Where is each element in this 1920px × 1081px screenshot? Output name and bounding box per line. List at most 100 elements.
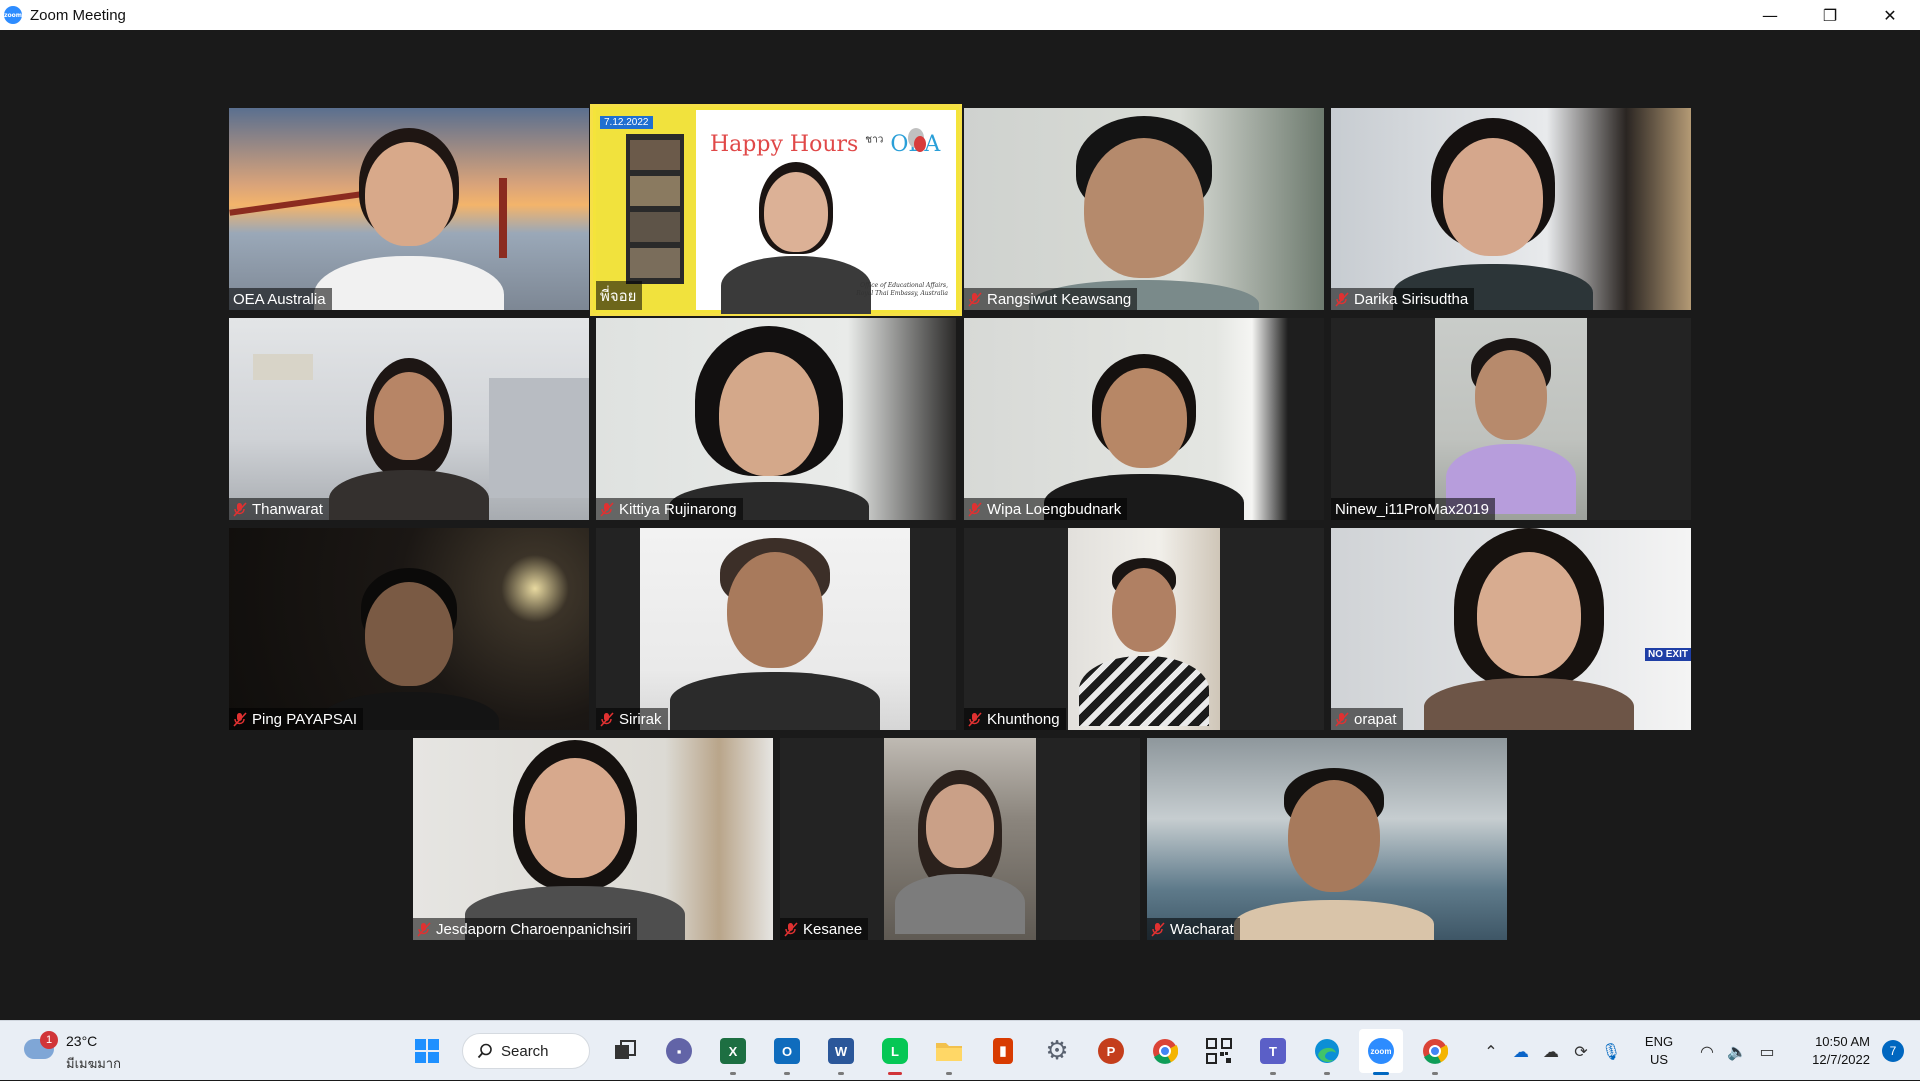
participant-tile[interactable]: NO EXIT orapat	[1331, 528, 1691, 730]
participant-video	[1435, 318, 1587, 520]
notifications-badge[interactable]: 7	[1882, 1040, 1904, 1062]
office-button[interactable]: ▮	[981, 1029, 1025, 1073]
mic-muted-icon	[233, 712, 247, 727]
participant-tile[interactable]: Khunthong	[964, 528, 1324, 730]
taskbar-apps: Search ▪ X O W L ▮ ⚙ P T zoom	[400, 1029, 1462, 1075]
window-titlebar: zoom Zoom Meeting — ❐ ✕	[0, 0, 1920, 30]
participant-tile[interactable]: Darika Sirisudtha	[1331, 108, 1691, 310]
word-button[interactable]: W	[819, 1029, 863, 1075]
participant-name: OEA Australia	[229, 288, 332, 310]
participant-video	[229, 318, 589, 520]
outlook-button[interactable]: O	[765, 1029, 809, 1075]
start-button[interactable]	[405, 1029, 449, 1073]
office-icon: ▮	[993, 1038, 1013, 1064]
teams-icon: T	[1260, 1038, 1286, 1064]
participant-name: Kittiya Rujinarong	[596, 498, 743, 520]
participant-video	[1147, 738, 1507, 940]
chrome-button[interactable]	[1143, 1029, 1187, 1073]
participant-tile[interactable]: Rangsiwut Keawsang	[964, 108, 1324, 310]
mic-muted-icon	[1335, 292, 1349, 307]
participant-tile-active-speaker[interactable]: 7.12.2022 Happy Hours ชาว OEA Office of …	[590, 104, 962, 316]
participant-video	[884, 738, 1036, 940]
window-controls: — ❐ ✕	[1740, 0, 1920, 30]
participant-name: Wipa Loengbudnark	[964, 498, 1128, 520]
line-button[interactable]: L	[873, 1029, 917, 1075]
participant-tile[interactable]: Ping PAYAPSAI	[229, 528, 589, 730]
edge-icon	[1315, 1039, 1339, 1063]
taskbar-search[interactable]: Search	[462, 1033, 590, 1069]
slide-footer-2: Royal Thai Embassy, Australia	[856, 290, 948, 297]
edge-button[interactable]	[1305, 1029, 1349, 1075]
participant-tile[interactable]: Kesanee	[780, 738, 1140, 940]
task-view-button[interactable]	[603, 1029, 647, 1073]
search-icon	[477, 1043, 492, 1059]
word-icon: W	[828, 1038, 854, 1064]
restore-button[interactable]: ❐	[1800, 0, 1860, 30]
excel-button[interactable]: X	[711, 1029, 755, 1075]
qr-app-button[interactable]	[1197, 1029, 1241, 1073]
system-tray: ⌃ ☁ ☁ ⟳ 🎙 ENG US ◠ 🔈 ▭ 10:50 AM 12/7/202…	[1476, 1021, 1920, 1081]
line-icon: L	[882, 1038, 908, 1064]
participant-video	[964, 318, 1324, 520]
weather-condition: มีเมฆมาก	[66, 1056, 121, 1071]
zoom-icon: zoom	[1368, 1038, 1394, 1064]
participant-tile[interactable]: Kittiya Rujinarong	[596, 318, 956, 520]
participant-name: Ping PAYAPSAI	[229, 708, 364, 730]
gear-icon: ⚙	[1045, 1036, 1069, 1066]
mic-muted-icon	[784, 922, 798, 937]
participant-name: Ninew_i11ProMax2019	[1331, 498, 1495, 520]
slide-date: 7.12.2022	[600, 116, 653, 129]
microphone-icon[interactable]: 🎙	[1596, 1036, 1626, 1066]
participant-video: NO EXIT	[1331, 528, 1691, 730]
mic-muted-icon	[233, 502, 247, 517]
participant-video	[596, 318, 956, 520]
volume-icon[interactable]: 🔈	[1722, 1036, 1752, 1066]
outlook-icon: O	[774, 1038, 800, 1064]
slide-title-1: Happy Hours	[710, 132, 859, 157]
wifi-icon[interactable]: ◠	[1692, 1036, 1722, 1066]
task-view-icon	[615, 1040, 636, 1059]
participant-tile[interactable]: Jesdaporn Charoenpanichsiri	[413, 738, 773, 940]
chat-button[interactable]: ▪	[657, 1029, 701, 1073]
mic-muted-icon	[968, 292, 982, 307]
participant-video	[964, 108, 1324, 310]
participant-video	[413, 738, 773, 940]
chrome-icon	[1153, 1039, 1178, 1064]
weather-widget[interactable]: 1 23°C มีเมฆมาก	[24, 1029, 144, 1073]
participant-tile[interactable]: OEA Australia	[229, 108, 589, 310]
minimize-button[interactable]: —	[1740, 0, 1800, 30]
sync-icon[interactable]: ⟳	[1566, 1036, 1596, 1066]
chrome-profile-button[interactable]	[1413, 1029, 1457, 1075]
participant-video	[640, 528, 910, 730]
language-indicator[interactable]: ENG US	[1634, 1033, 1684, 1069]
mic-muted-icon	[968, 502, 982, 517]
clock[interactable]: 10:50 AM 12/7/2022	[1782, 1033, 1870, 1069]
teams-button[interactable]: T	[1251, 1029, 1295, 1075]
powerpoint-button[interactable]: P	[1089, 1029, 1133, 1073]
chevron-up-icon[interactable]: ⌃	[1476, 1036, 1506, 1066]
settings-button[interactable]: ⚙	[1035, 1029, 1079, 1073]
participant-tile[interactable]: Thanwarat	[229, 318, 589, 520]
window-title: Zoom Meeting	[30, 6, 126, 24]
onedrive-icon[interactable]: ☁	[1506, 1036, 1536, 1066]
no-exit-sign: NO EXIT	[1644, 648, 1691, 661]
participant-name: Khunthong	[964, 708, 1066, 730]
chat-icon: ▪	[666, 1038, 692, 1064]
participant-name: Rangsiwut Keawsang	[964, 288, 1138, 310]
participant-tile[interactable]: Wipa Loengbudnark	[964, 318, 1324, 520]
participant-name: Sirirak	[596, 708, 668, 730]
participant-tile[interactable]: Wacharat	[1147, 738, 1507, 940]
battery-icon[interactable]: ▭	[1752, 1036, 1782, 1066]
file-explorer-button[interactable]	[927, 1029, 971, 1075]
mic-muted-icon	[968, 712, 982, 727]
participant-name: Wacharat	[1147, 918, 1240, 940]
mic-muted-icon	[600, 502, 614, 517]
close-button[interactable]: ✕	[1860, 0, 1920, 30]
participant-tile[interactable]: Ninew_i11ProMax2019	[1331, 318, 1691, 520]
participant-name: Kesanee	[780, 918, 869, 940]
zoom-button[interactable]: zoom	[1359, 1029, 1403, 1075]
slide-title-small: ชาว	[865, 134, 884, 146]
participant-tile[interactable]: Sirirak	[596, 528, 956, 730]
participant-video	[229, 108, 589, 310]
cloud-icon[interactable]: ☁	[1536, 1036, 1566, 1066]
